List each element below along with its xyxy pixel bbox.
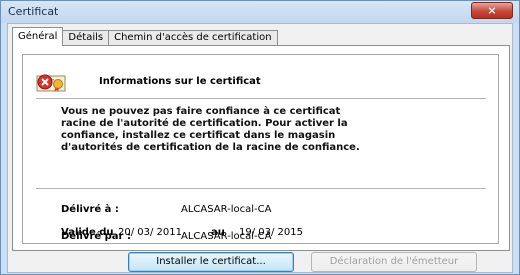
valid-to-label: au <box>211 227 225 238</box>
certificate-error-icon <box>36 74 66 92</box>
install-certificate-button[interactable]: Installer le certificat... <box>128 252 294 272</box>
tab-general[interactable]: Général <box>12 27 64 46</box>
close-icon: × <box>487 4 497 17</box>
issued-to-value: ALCASAR-local-CA <box>181 204 272 215</box>
tab-strip: Général Détails Chemin d'accès de certif… <box>12 27 278 46</box>
close-button[interactable]: × <box>471 2 513 19</box>
tab-panel-general: Informations sur le certificat Vous ne p… <box>12 45 510 251</box>
valid-from-date: 20/ 03/ 2011 <box>118 227 182 238</box>
tab-certification-path[interactable]: Chemin d'accès de certification <box>108 30 278 46</box>
issued-to-label: Délivré à : <box>61 204 119 215</box>
valid-to-date: 19/ 03/ 2015 <box>239 227 303 238</box>
title-bar[interactable]: Certificat × <box>1 1 519 23</box>
window-title: Certificat <box>8 5 59 18</box>
info-title: Informations sur le certificat <box>99 76 261 87</box>
issuer-statement-button[interactable]: Déclaration de l'émetteur <box>311 252 477 272</box>
warning-line: racine de l'autorité de certification. P… <box>61 118 348 129</box>
divider <box>36 98 486 99</box>
warning-line: Vous ne pouvez pas faire confiance à ce … <box>61 106 341 117</box>
valid-from-label: Valide du <box>61 227 114 238</box>
certificate-info-box: Informations sur le certificat Vous ne p… <box>22 54 499 244</box>
certificate-dialog: Certificat × Général Détails Chemin d'ac… <box>0 0 520 275</box>
trust-warning: Vous ne pouvez pas faire confiance à ce … <box>61 106 461 154</box>
dialog-body: Général Détails Chemin d'accès de certif… <box>7 23 513 273</box>
tab-details[interactable]: Détails <box>62 30 110 46</box>
warning-line: confiance, installez ce certificat dans … <box>61 130 336 141</box>
warning-line: d'autorités de certification de la racin… <box>61 142 360 153</box>
divider <box>36 188 486 189</box>
